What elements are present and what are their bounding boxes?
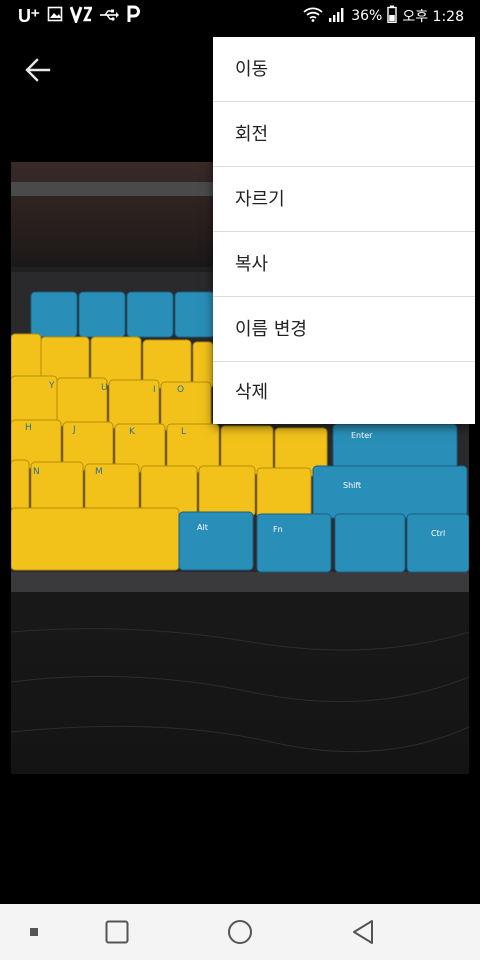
status-right: 36% 오후 1:28 (303, 5, 464, 27)
overflow-menu: 이동 회전 자르기 복사 이름 변경 삭제 (213, 37, 475, 424)
status-left: U⁺ (18, 5, 140, 27)
home-circle-icon (228, 920, 252, 944)
back-button[interactable] (20, 52, 56, 88)
arrow-back-icon (25, 58, 51, 82)
menu-item-rename[interactable]: 이름 변경 (213, 297, 475, 362)
svg-text:J: J (72, 425, 76, 435)
menu-item-rotate[interactable]: 회전 (213, 102, 475, 167)
battery-percent: 36% (351, 8, 383, 24)
menu-item-crop[interactable]: 자르기 (213, 167, 475, 232)
clock: 오후 1:28 (402, 9, 464, 25)
carrier-label: U⁺ (18, 5, 40, 26)
svg-text:H: H (25, 423, 32, 433)
usb-icon (99, 7, 119, 26)
volte-icon (69, 5, 93, 27)
image-icon (47, 6, 63, 26)
back-triangle-icon (353, 920, 373, 944)
svg-text:N: N (33, 467, 40, 477)
signal-icon (328, 6, 346, 26)
svg-text:Alt: Alt (197, 523, 208, 532)
svg-text:Enter: Enter (351, 431, 373, 440)
svg-text:Shift: Shift (343, 481, 361, 490)
menu-item-copy[interactable]: 복사 (213, 232, 475, 297)
battery-icon (387, 5, 398, 27)
recents-square-icon (105, 920, 129, 944)
svg-text:Ctrl: Ctrl (431, 529, 445, 538)
svg-text:Fn: Fn (273, 525, 283, 534)
wifi-icon (303, 6, 323, 26)
status-bar: U⁺ 36% 오후 1:28 (0, 0, 480, 32)
system-back-button[interactable] (338, 904, 388, 960)
svg-text:I: I (153, 385, 156, 395)
svg-text:L: L (181, 427, 186, 437)
svg-text:M: M (95, 467, 103, 477)
svg-text:O: O (177, 385, 184, 395)
svg-text:U: U (101, 383, 108, 393)
menu-item-move[interactable]: 이동 (213, 37, 475, 102)
svg-text:Y: Y (48, 381, 55, 391)
home-button[interactable] (215, 904, 265, 960)
menu-item-delete[interactable]: 삭제 (213, 362, 475, 424)
recents-button[interactable] (92, 904, 142, 960)
navigation-bar (0, 904, 480, 960)
parking-icon (126, 5, 140, 27)
dot-icon (30, 928, 38, 936)
nav-dot-button[interactable] (18, 904, 50, 960)
